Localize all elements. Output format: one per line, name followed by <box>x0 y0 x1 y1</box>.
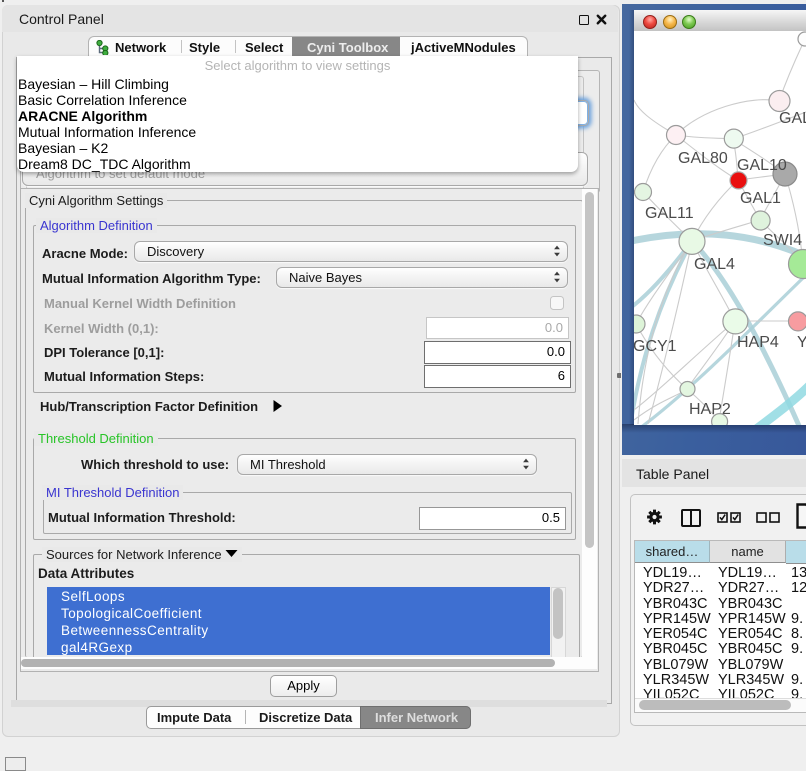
svg-text:GCY1: GCY1 <box>634 338 677 355</box>
svg-text:SWI4: SWI4 <box>763 232 802 249</box>
svg-text:GAL80: GAL80 <box>678 150 728 167</box>
svg-text:HAP2: HAP2 <box>689 401 731 418</box>
svg-text:GAL: GAL <box>779 110 806 127</box>
svg-text:GAL10: GAL10 <box>737 157 787 174</box>
svg-text:GAL1: GAL1 <box>740 190 781 207</box>
svg-text:GAL11: GAL11 <box>645 205 694 222</box>
svg-text:HAP4: HAP4 <box>737 334 779 351</box>
svg-text:GAL4: GAL4 <box>694 256 735 273</box>
svg-text:Y: Y <box>797 334 806 351</box>
